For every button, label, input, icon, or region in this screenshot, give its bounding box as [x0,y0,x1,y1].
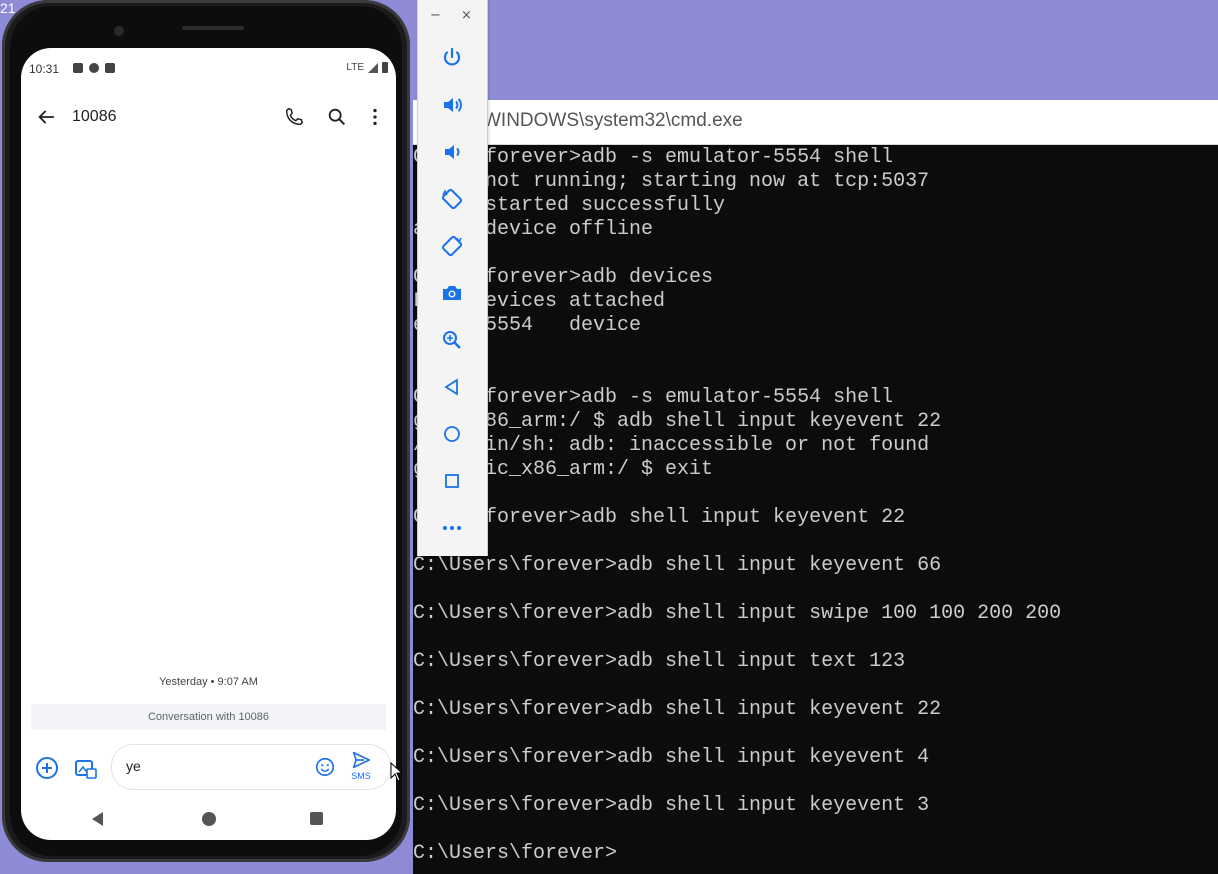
console-line: C:\Users\forever>adb shell input text 12… [413,650,906,673]
console-line: / m/bin/sh: adb: inaccessible or not fou… [413,434,930,457]
console-line: L f devices attached [413,290,666,313]
power-button[interactable] [438,44,466,72]
signal-icon [368,62,378,73]
search-icon[interactable] [326,106,348,128]
zoom-icon [443,331,461,349]
notification-p-icon [89,63,99,73]
power-icon [443,47,461,66]
front-camera [114,26,124,36]
console-line: C:\Users\forever> [413,842,618,865]
cmd-console[interactable]: C rs\forever>adb -s emulator-5554 shell … [413,146,1218,874]
phone-call-icon[interactable] [283,106,305,128]
console-line: a e: device offline [413,218,654,241]
console-line: C:\Users\forever>adb shell input keyeven… [413,746,930,769]
app-bar: 10086 [21,100,396,136]
triangle-back-icon [444,378,458,396]
more-dots-icon [443,526,461,530]
rotate-right-icon [441,235,463,257]
volume-down-icon [445,145,460,159]
overview-button[interactable] [438,467,466,495]
send-sms-label: SMS [351,771,371,781]
rotate-left-button[interactable] [438,185,466,213]
console-line: C:\Users\forever>adb shell input keyeven… [413,794,930,817]
mouse-cursor-icon [390,762,404,782]
cmd-window[interactable]: WINDOWS\system32\cmd.exe C rs\forever>ad… [413,100,1218,874]
network-type: LTE [346,62,364,73]
rotate-left-icon [441,188,463,210]
compose-row: ye SMS [21,742,396,792]
phone-frame: 10:31 LTE 10086 Yesterday • 9:07 AM Conv… [2,0,410,862]
console-line: C rs\forever>adb devices [413,266,714,289]
console-line: on started successfully [413,194,726,217]
rotate-right-button[interactable] [438,232,466,260]
nav-home-icon[interactable] [202,812,216,826]
volume-down-button[interactable] [438,138,466,166]
square-overview-icon [445,474,459,488]
toolbar-minimize-button[interactable]: − [430,8,441,23]
notification-a-icon [73,63,83,73]
console-line: g neric_x86_arm:/ $ exit [413,458,714,481]
circle-home-icon [444,426,460,442]
conversation-banner: Conversation with 10086 [31,704,386,730]
home-button[interactable] [438,420,466,448]
more-button[interactable] [438,514,466,542]
console-line: C:\Users\forever>adb shell input swipe 1… [413,602,1062,625]
volume-up-button[interactable] [438,91,466,119]
send-sms-button[interactable]: SMS [348,751,374,781]
android-nav-bar [21,804,396,834]
console-line: on not running; starting now at tcp:5037 [413,170,930,193]
message-input-text: ye [126,758,141,774]
console-line: C rs\forever>adb -s emulator-5554 shell [413,146,894,169]
console-line: C rs\forever>adb shell input keyevent 22 [413,506,906,529]
status-bar: 10:31 LTE [21,62,396,80]
toolbar-close-button[interactable]: × [461,8,472,23]
console-line: g c_x86_arm:/ $ adb shell input keyevent… [413,410,942,433]
earpiece-speaker [182,26,244,30]
back-button[interactable] [438,373,466,401]
cmd-titlebar[interactable]: WINDOWS\system32\cmd.exe [413,100,1218,145]
console-line: e or-5554 device [413,314,642,337]
back-arrow-icon[interactable] [35,106,57,128]
message-timestamp: Yesterday • 9:07 AM [159,676,258,688]
phone-screen[interactable]: 10:31 LTE 10086 Yesterday • 9:07 AM Conv… [21,48,396,840]
message-input[interactable]: ye SMS [111,744,391,790]
emoji-icon[interactable] [314,756,336,778]
contact-name: 10086 [72,108,117,125]
notification-icons [73,63,115,73]
zoom-button[interactable] [438,326,466,354]
more-vert-icon[interactable] [364,106,386,128]
sim-card-icon [105,63,115,73]
battery-icon [382,62,388,73]
corner-fragment: 21 [0,0,16,16]
console-line: C rs\forever>adb -s emulator-5554 shell [413,386,894,409]
console-line: C:\Users\forever>adb shell input keyeven… [413,554,942,577]
emulator-toolbar: − × [417,0,488,556]
status-time: 10:31 [29,62,60,76]
console-line: C:\Users\forever>adb shell input keyeven… [413,698,942,721]
screenshot-button[interactable] [438,279,466,307]
nav-recents-icon[interactable] [310,812,323,825]
send-icon [352,751,370,769]
gallery-icon[interactable] [72,755,98,781]
cmd-window-title: WINDOWS\system32\cmd.exe [483,110,743,131]
volume-up-icon [444,98,462,112]
camera-icon [443,286,461,300]
nav-back-icon[interactable] [92,812,103,826]
add-attachment-icon[interactable] [34,755,60,781]
